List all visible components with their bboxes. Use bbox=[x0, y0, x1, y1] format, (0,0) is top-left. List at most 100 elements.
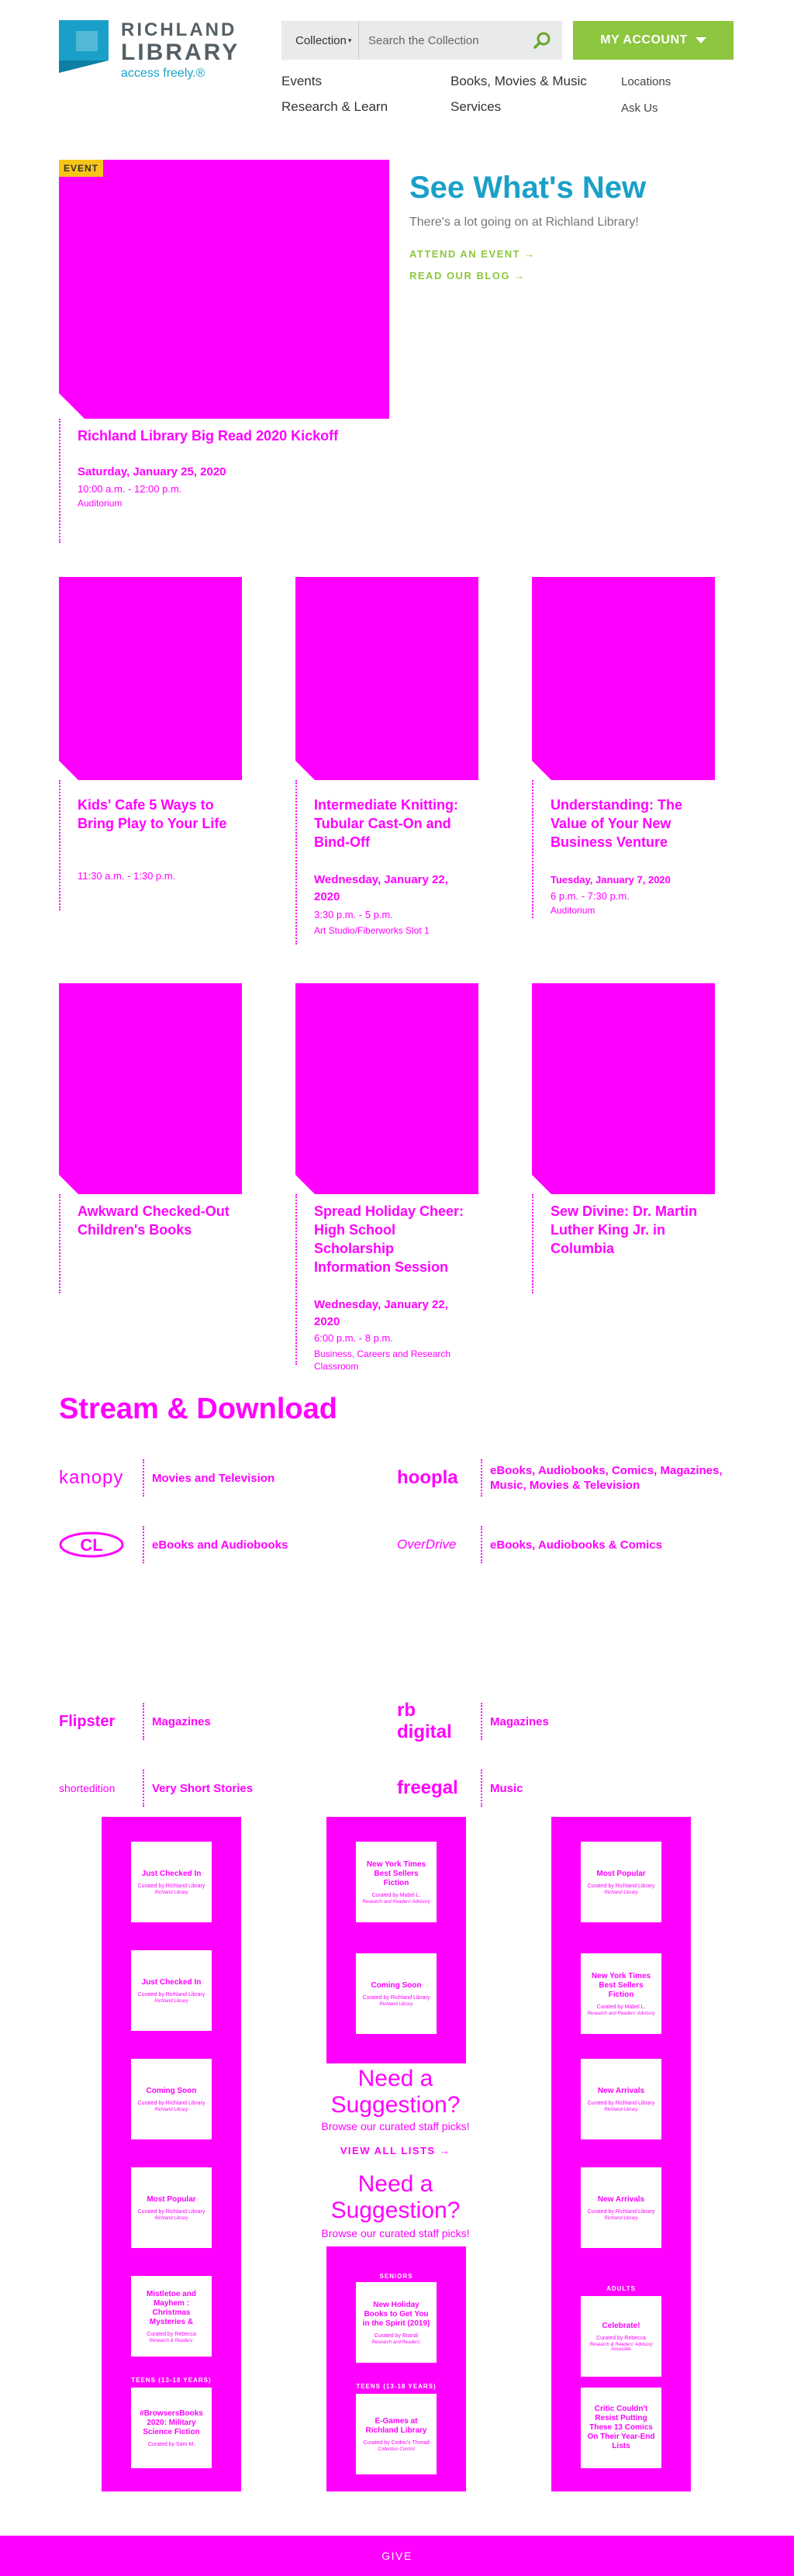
nav-research-learn[interactable]: Research & Learn bbox=[281, 99, 388, 115]
event-card-divider bbox=[295, 1194, 297, 1365]
event-card-image[interactable] bbox=[59, 983, 242, 1195]
service-label[interactable]: Movies and Television bbox=[152, 1455, 392, 1501]
kanopy-logo[interactable]: kanopy bbox=[59, 1466, 136, 1490]
service-kanopy[interactable]: kanopy Movies and Television bbox=[59, 1455, 400, 1501]
flipster-logo[interactable]: Flipster bbox=[59, 1709, 136, 1734]
hero-event-title[interactable]: Richland Library Big Read 2020 Kickoff bbox=[78, 426, 372, 445]
service-short-edition[interactable]: shortedition Very Short Stories bbox=[59, 1765, 400, 1811]
event-card-divider bbox=[532, 1194, 533, 1293]
service-divider bbox=[143, 1770, 144, 1807]
cloud-library-mark: CL bbox=[80, 1535, 102, 1555]
event-card-image[interactable] bbox=[295, 577, 478, 781]
event-card-title[interactable]: Intermediate Knitting: Tubular Cast-On a… bbox=[314, 796, 469, 851]
service-divider bbox=[481, 1459, 482, 1497]
event-card-image[interactable] bbox=[532, 577, 715, 781]
suggestion-subheading: Browse our curated staff picks! bbox=[321, 2227, 470, 2239]
list-item[interactable]: Most Popular Curated by Richland Library… bbox=[131, 2167, 212, 2248]
service-label[interactable]: eBooks and Audiobooks bbox=[152, 1521, 392, 1568]
my-account-button[interactable]: MY ACCOUNT bbox=[573, 21, 734, 60]
service-divider bbox=[143, 1526, 144, 1563]
service-label[interactable]: Magazines bbox=[490, 1698, 730, 1745]
list-item[interactable]: New Arrivals Curated by Richland Library… bbox=[581, 2059, 661, 2139]
search-bar: Collection ▾ bbox=[281, 21, 562, 60]
nav-ask-us[interactable]: Ask Us bbox=[621, 102, 658, 115]
service-hoopla[interactable]: hoopla eBooks, Audiobooks, Comics, Magaz… bbox=[397, 1455, 738, 1501]
list-item[interactable]: Critic Couldn't Resist Putting These 13 … bbox=[581, 2388, 661, 2468]
event-card-image[interactable] bbox=[532, 983, 715, 1195]
list-item[interactable]: #BrowsersBooks 2020: Military Science Fi… bbox=[131, 2388, 212, 2468]
cloud-library-logo[interactable]: CL bbox=[59, 1531, 136, 1558]
service-label[interactable]: Very Short Stories bbox=[152, 1765, 392, 1811]
freegal-logo[interactable]: freegal bbox=[397, 1776, 475, 1801]
service-cloud-library[interactable]: CL eBooks and Audiobooks bbox=[59, 1521, 400, 1568]
list-item[interactable]: Just Checked In Curated by Richland Libr… bbox=[131, 1950, 212, 2031]
staff-list-column-middle-top: New York Times Best Sellers Fiction Cura… bbox=[326, 1817, 466, 2063]
attend-event-link[interactable]: ATTEND AN EVENT → bbox=[409, 248, 536, 260]
search-button[interactable] bbox=[523, 21, 562, 60]
view-all-lists-link[interactable]: VIEW ALL LISTS → bbox=[295, 2145, 496, 2156]
service-flipster[interactable]: Flipster Magazines bbox=[59, 1698, 400, 1745]
rbdigital-logo[interactable]: rb digital bbox=[397, 1700, 475, 1742]
service-overdrive[interactable]: OverDrive eBooks, Audiobooks & Comics bbox=[397, 1521, 738, 1568]
list-item[interactable]: New Arrivals Curated by Richland Library… bbox=[581, 2167, 661, 2248]
list-item[interactable]: Coming Soon Curated by Richland Library … bbox=[131, 2059, 212, 2139]
nav-services[interactable]: Services bbox=[451, 99, 501, 115]
service-label[interactable]: eBooks, Audiobooks, Comics, Magazines, M… bbox=[490, 1455, 730, 1501]
event-card-time: 6 p.m. - 7:30 p.m. bbox=[551, 890, 630, 902]
nav-books-movies-music[interactable]: Books, Movies & Music bbox=[451, 74, 587, 89]
staff-list-column-left: Just Checked In Curated by Richland Libr… bbox=[102, 1817, 241, 2491]
list-item[interactable]: Coming Soon Curated by Richland Library … bbox=[356, 1953, 437, 2034]
logo-mark-icon bbox=[59, 20, 109, 73]
event-card-location: Auditorium bbox=[551, 905, 596, 916]
list-audience-tag: TEENS (13-18 YEARS) bbox=[356, 2383, 437, 2390]
search-input[interactable] bbox=[359, 21, 523, 60]
short-edition-logo[interactable]: shortedition bbox=[59, 1776, 136, 1801]
hero-event-time: 10:00 a.m. - 12:00 p.m. bbox=[78, 483, 182, 495]
hero-event-location: Auditorium bbox=[78, 498, 123, 509]
library-logo[interactable]: RICHLAND LIBRARY access freely.® bbox=[59, 20, 261, 82]
event-card-title[interactable]: Kids' Cafe 5 Ways to Bring Play to Your … bbox=[78, 796, 233, 833]
service-label[interactable]: Music bbox=[490, 1765, 730, 1811]
list-audience-tag: TEENS (13-18 YEARS) bbox=[131, 2377, 212, 2384]
event-card-image[interactable] bbox=[59, 577, 242, 781]
service-label[interactable]: Magazines bbox=[152, 1698, 392, 1745]
my-account-label: MY ACCOUNT bbox=[600, 33, 688, 47]
whats-new-subheading: There's a lot going on at Richland Libra… bbox=[409, 216, 639, 229]
service-divider bbox=[481, 1770, 482, 1807]
logo-tagline: access freely.® bbox=[121, 67, 205, 80]
stream-download-heading: Stream & Download bbox=[59, 1393, 337, 1425]
list-item[interactable]: Celebrate! Curated by Rebecca Research &… bbox=[581, 2296, 661, 2377]
search-scope-select[interactable]: Collection ▾ bbox=[281, 21, 359, 60]
list-item[interactable]: E-Games at Richland Library Curated by C… bbox=[356, 2394, 437, 2474]
list-item[interactable]: New Holiday Books to Get You in the Spir… bbox=[356, 2282, 437, 2363]
service-rbdigital[interactable]: rb digital Magazines bbox=[397, 1698, 738, 1745]
chevron-down-icon: ▾ bbox=[347, 36, 352, 44]
list-item[interactable]: New York Times Best Sellers Fiction Cura… bbox=[356, 1842, 437, 1922]
event-card-title[interactable]: Understanding: The Value of Your New Bus… bbox=[551, 796, 706, 851]
hoopla-logo[interactable]: hoopla bbox=[397, 1466, 475, 1490]
event-card-divider bbox=[59, 780, 60, 910]
event-card-title[interactable]: Spread Holiday Cheer: High School Schola… bbox=[314, 1202, 469, 1276]
event-card-image[interactable] bbox=[295, 983, 478, 1195]
list-item[interactable]: New York Times Best Sellers Fiction Cura… bbox=[581, 1953, 661, 2034]
read-blog-link[interactable]: READ OUR BLOG → bbox=[409, 270, 526, 281]
event-card-title[interactable]: Sew Divine: Dr. Martin Luther King Jr. i… bbox=[551, 1202, 706, 1258]
event-badge: EVENT bbox=[59, 160, 104, 177]
hero-event-image[interactable] bbox=[59, 160, 389, 420]
list-audience-tag: ADULTS bbox=[606, 2285, 636, 2292]
nav-events[interactable]: Events bbox=[281, 74, 322, 89]
hero-dotted-divider bbox=[59, 419, 60, 543]
event-card-divider bbox=[295, 780, 297, 944]
service-freegal[interactable]: freegal Music bbox=[397, 1765, 738, 1811]
list-item[interactable]: Just Checked In Curated by Richland Libr… bbox=[131, 1842, 212, 1922]
event-card-title[interactable]: Awkward Checked-Out Children's Books bbox=[78, 1202, 233, 1239]
search-scope-label: Collection bbox=[295, 33, 347, 47]
list-item[interactable]: Most Popular Curated by Richland Library… bbox=[581, 1842, 661, 1922]
give-button[interactable]: GIVE bbox=[0, 2536, 794, 2576]
service-label[interactable]: eBooks, Audiobooks & Comics bbox=[490, 1521, 730, 1568]
list-item[interactable]: Mistletoe and Mayhem : Christmas Mysteri… bbox=[131, 2276, 212, 2357]
overdrive-logo[interactable]: OverDrive bbox=[397, 1532, 475, 1557]
nav-locations[interactable]: Locations bbox=[621, 75, 671, 88]
event-card-divider bbox=[532, 780, 533, 918]
suggestion-heading: Need a Suggestion? bbox=[330, 2171, 461, 2223]
